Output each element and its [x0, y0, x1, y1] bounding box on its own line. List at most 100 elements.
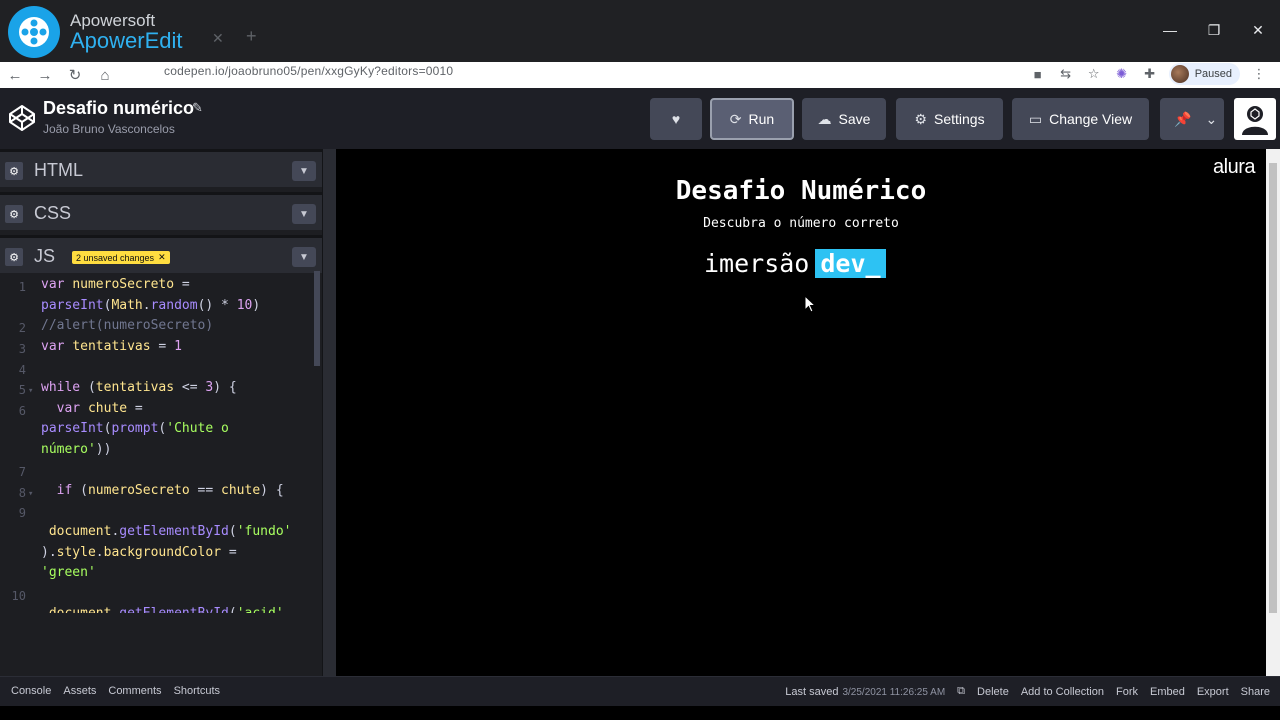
gear-icon: ⚙	[914, 110, 927, 127]
code-line: var chute =	[56, 401, 143, 416]
settings-button[interactable]: ⚙ Settings	[896, 98, 1003, 140]
translate-icon[interactable]: ⇆	[1057, 65, 1075, 83]
imersao-dev-logo: imersão dev_	[704, 249, 886, 278]
js-panel-header[interactable]: ⚙ JS 2 unsaved changes ✕ ▼	[0, 235, 322, 273]
pin-button[interactable]: 📌 ⌄	[1160, 98, 1224, 140]
css-chevron-down-icon[interactable]: ▼	[292, 204, 316, 224]
profile-button[interactable]: Paused	[1168, 63, 1240, 85]
preview-scroll-thumb[interactable]	[1269, 163, 1277, 613]
fold-arrow-icon[interactable]: ▾	[28, 381, 33, 402]
save-button[interactable]: ☁ Save	[802, 98, 886, 140]
fork-button[interactable]: Fork	[1110, 686, 1144, 698]
pen-title[interactable]: Desafio numérico	[43, 98, 194, 119]
css-settings-icon[interactable]: ⚙	[5, 205, 23, 223]
layout-icon: ▭	[1028, 110, 1043, 127]
minimize-icon[interactable]: —	[1148, 22, 1192, 39]
close-icon[interactable]: ✕	[158, 252, 166, 263]
editor-scrollbar[interactable]	[314, 271, 320, 366]
codepen-logo-icon[interactable]	[8, 104, 36, 132]
html-panel-header[interactable]: ⚙ HTML ▼	[0, 149, 322, 187]
unsaved-changes-badge[interactable]: 2 unsaved changes ✕	[72, 251, 170, 264]
html-chevron-down-icon[interactable]: ▼	[292, 161, 316, 181]
url-field[interactable]: codepen.io/joaobruno05/pen/xxgGyKy?edito…	[164, 64, 453, 78]
preview-scrollbar[interactable]	[1266, 149, 1280, 676]
line-number: 3	[18, 342, 26, 356]
shortcuts-button[interactable]: Shortcuts	[168, 685, 226, 697]
code-line: var numeroSecreto =	[41, 277, 190, 292]
code-line: //alert(numeroSecreto)	[41, 318, 214, 333]
line-number: 8	[18, 486, 26, 500]
editor-resize-handle[interactable]	[322, 149, 336, 676]
line-number: 4	[18, 363, 26, 377]
restore-icon[interactable]: ❐	[1192, 22, 1236, 39]
preview-pane: alura Desafio Numérico Descubra o número…	[336, 149, 1266, 676]
chevron-down-icon[interactable]: ⌄	[1205, 111, 1217, 128]
preview-title: Desafio Numérico	[675, 176, 927, 206]
js-chevron-down-icon[interactable]: ▼	[292, 247, 316, 267]
address-bar: ← → ↻ ⌂ codepen.io/joaobruno05/pen/xxgGy…	[0, 62, 1280, 88]
run-refresh-icon: ⟳	[729, 110, 742, 127]
window-controls: — ❐ ✕	[1148, 22, 1280, 39]
apoweredit-logo-icon	[8, 6, 60, 58]
pen-author[interactable]: João Bruno Vasconcelos	[43, 122, 175, 136]
js-panel-title: JS	[34, 246, 56, 266]
new-tab-icon[interactable]: +	[246, 26, 257, 47]
line-number: 1	[18, 280, 26, 294]
add-to-collection-button[interactable]: Add to Collection	[1015, 686, 1110, 698]
line-number: 6	[18, 404, 26, 418]
brand-part2: dev_	[815, 249, 886, 278]
watermark-line1: Apowersoft	[70, 10, 156, 30]
console-button[interactable]: Console	[5, 685, 57, 697]
line-number: 2	[18, 321, 26, 335]
fold-arrow-icon[interactable]: ▾	[28, 484, 33, 505]
change-view-button[interactable]: ▭ Change View	[1012, 98, 1149, 140]
heart-icon: ♥	[671, 111, 681, 127]
camera-icon[interactable]: ■	[1029, 65, 1047, 83]
share-button[interactable]: Share	[1235, 686, 1276, 698]
mouse-cursor-icon	[804, 295, 816, 313]
brand-part1: imersão	[704, 249, 810, 278]
avatar	[1170, 65, 1189, 83]
js-code-editor[interactable]: 1 var numeroSecreto = parseInt(Math.rand…	[0, 273, 316, 613]
tab-close-icon[interactable]: ✕	[212, 30, 224, 47]
css-panel-header[interactable]: ⚙ CSS ▼	[0, 192, 322, 230]
html-settings-icon[interactable]: ⚙	[5, 162, 23, 180]
user-avatar-icon	[1242, 106, 1268, 135]
codepen-header: Desafio numérico ✎ João Bruno Vasconcelo…	[0, 88, 1280, 149]
line-number: 7	[18, 465, 26, 479]
open-external-icon[interactable]: ⧉	[951, 685, 971, 698]
line-number: 5	[18, 383, 26, 397]
comments-button[interactable]: Comments	[102, 685, 167, 697]
line-number: 9	[18, 506, 26, 520]
reload-icon[interactable]: ↻	[60, 66, 90, 84]
screen-bottom-bar	[0, 706, 1280, 720]
settings-label: Settings	[933, 111, 985, 127]
heart-button[interactable]: ♥	[650, 98, 702, 140]
cloud-icon: ☁	[817, 110, 832, 127]
delete-button[interactable]: Delete	[971, 686, 1015, 698]
back-icon[interactable]: ←	[0, 67, 30, 84]
editor-pane: ⚙ HTML ▼ ⚙ CSS ▼ ⚙ JS 2 unsaved changes …	[0, 149, 322, 676]
html-panel-title: HTML	[34, 160, 83, 180]
forward-icon[interactable]: →	[30, 67, 60, 84]
menu-kebab-icon[interactable]: ⋮	[1250, 65, 1268, 83]
export-button[interactable]: Export	[1191, 686, 1235, 698]
js-settings-icon[interactable]: ⚙	[5, 248, 23, 266]
code-line: if (numeroSecreto == chute) {	[56, 483, 284, 498]
close-window-icon[interactable]: ✕	[1236, 22, 1280, 39]
edit-pencil-icon[interactable]: ✎	[192, 100, 203, 116]
run-button[interactable]: ⟳ Run	[710, 98, 794, 140]
user-avatar[interactable]	[1234, 98, 1276, 140]
code-line: document.getElementById('fundo'	[48, 524, 292, 539]
pin-icon: 📌	[1174, 110, 1192, 127]
last-saved: Last saved 3/25/2021 11:26:25 AM	[785, 685, 946, 698]
bookmark-star-icon[interactable]: ☆	[1085, 65, 1103, 83]
home-icon[interactable]: ⌂	[90, 67, 120, 84]
code-line: document.getElementById('acid'	[41, 604, 284, 613]
assets-button[interactable]: Assets	[57, 685, 102, 697]
extensions-puzzle-icon[interactable]: ✚	[1141, 65, 1159, 83]
code-line: parseInt(prompt('Chute o	[41, 421, 229, 436]
embed-button[interactable]: Embed	[1144, 686, 1191, 698]
extension-gear-icon[interactable]: ✺	[1113, 65, 1131, 83]
watermark-line2: ApowerEdit	[70, 28, 183, 54]
